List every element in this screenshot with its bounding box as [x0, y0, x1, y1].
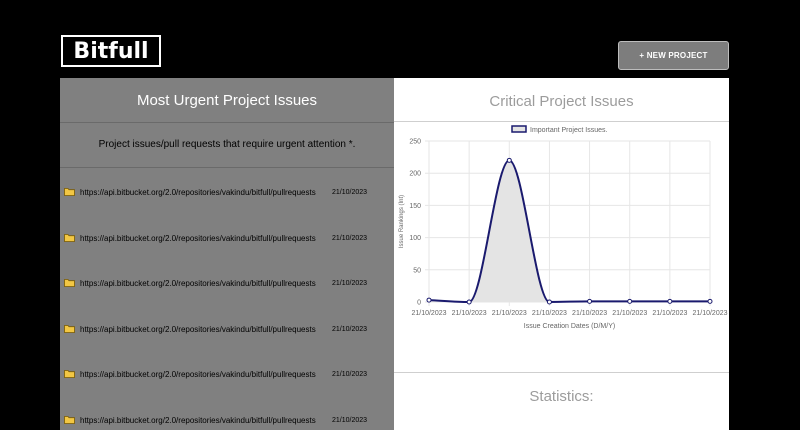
urgent-issues-title: Most Urgent Project Issues [60, 78, 394, 123]
y-tick-label: 50 [413, 267, 421, 274]
issue-row[interactable]: https://api.bitbucket.org/2.0/repositori… [60, 368, 394, 382]
issue-row[interactable]: https://api.bitbucket.org/2.0/repositori… [60, 232, 394, 246]
x-tick-label: 21/10/2023 [452, 310, 487, 317]
issue-date: 21/10/2023 [332, 417, 368, 424]
app-logo[interactable]: Bitfull [61, 35, 161, 67]
legend-swatch [511, 125, 527, 133]
x-tick-label: 21/10/2023 [532, 310, 567, 317]
x-axis-label: Issue Creation Dates (D/M/Y) [524, 323, 615, 330]
y-tick-label: 100 [409, 235, 421, 242]
issue-date: 21/10/2023 [332, 326, 368, 333]
data-point [627, 298, 633, 304]
new-project-button[interactable]: + NEW PROJECT [618, 41, 729, 70]
issue-link[interactable]: https://api.bitbucket.org/2.0/repositori… [80, 279, 316, 288]
critical-issues-chart: 0 50 100 150 200 250 21/10/2023 21/10/2023 21/10… [399, 125, 728, 330]
folder-icon [64, 325, 75, 333]
y-axis-label: Issue Rankings (Int) [399, 195, 405, 248]
critical-issues-title: Critical Project Issues [394, 78, 729, 122]
statistics-title: Statistics: [529, 388, 594, 405]
data-point [466, 299, 472, 305]
folder-icon [64, 188, 75, 196]
y-tick-label: 250 [409, 139, 421, 146]
issue-row[interactable]: https://api.bitbucket.org/2.0/repositori… [60, 414, 394, 428]
y-tick-label: 200 [409, 171, 421, 178]
x-tick-label: 21/10/2023 [612, 310, 647, 317]
series-line [428, 159, 710, 304]
data-point [506, 157, 512, 163]
issue-date: 21/10/2023 [332, 371, 368, 378]
issue-row[interactable]: https://api.bitbucket.org/2.0/repositori… [60, 277, 394, 291]
y-tick-label: 0 [417, 300, 421, 307]
issue-link[interactable]: https://api.bitbucket.org/2.0/repositori… [80, 416, 316, 425]
series-area [429, 160, 710, 302]
folder-icon [64, 416, 75, 424]
issue-link[interactable]: https://api.bitbucket.org/2.0/repositori… [80, 325, 316, 334]
issue-row[interactable]: https://api.bitbucket.org/2.0/repositori… [60, 323, 394, 337]
x-tick-label: 21/10/2023 [411, 310, 446, 317]
folder-icon [64, 234, 75, 242]
data-point [587, 298, 593, 304]
issue-date: 21/10/2023 [332, 235, 368, 242]
urgent-issues-panel: Most Urgent Project Issues Project issue… [60, 78, 394, 430]
x-tick-label: 21/10/2023 [492, 310, 527, 317]
data-point [667, 298, 673, 304]
urgent-issues-subtitle: Project issues/pull requests that requir… [60, 123, 394, 168]
x-tick-label: 21/10/2023 [572, 310, 607, 317]
issue-link[interactable]: https://api.bitbucket.org/2.0/repositori… [80, 370, 316, 379]
statistics-divider [394, 372, 729, 373]
x-tick-label: 21/10/2023 [652, 310, 687, 317]
issue-date: 21/10/2023 [332, 189, 368, 196]
issue-date: 21/10/2023 [332, 280, 368, 287]
y-tick-label: 150 [409, 203, 421, 210]
data-point [426, 297, 432, 303]
issue-link[interactable]: https://api.bitbucket.org/2.0/repositori… [80, 234, 316, 243]
legend-label: Important Project Issues. [530, 127, 607, 134]
x-tick-label: 21/10/2023 [692, 310, 727, 317]
issue-link[interactable]: https://api.bitbucket.org/2.0/repositori… [80, 188, 316, 197]
data-point [546, 299, 552, 305]
issue-row[interactable]: https://api.bitbucket.org/2.0/repositori… [60, 186, 394, 200]
folder-icon [64, 370, 75, 378]
folder-icon [64, 279, 75, 287]
data-point [707, 298, 713, 304]
critical-issues-panel: Critical Project Issues 0 50 100 150 200 250 2… [394, 78, 729, 430]
